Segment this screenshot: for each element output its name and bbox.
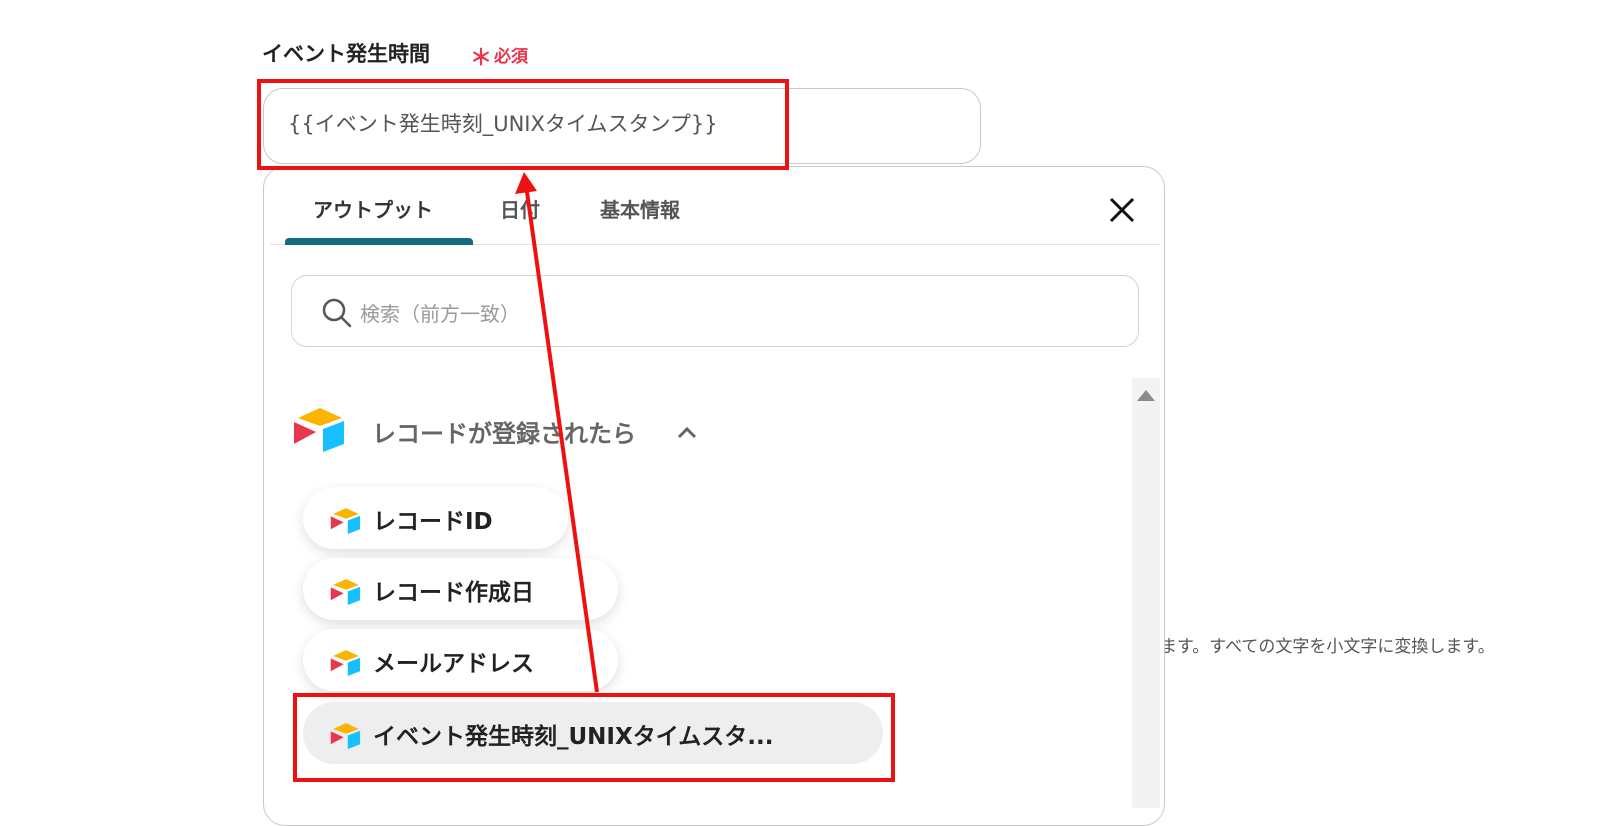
airtable-logo-icon (330, 650, 361, 676)
output-item-event-time[interactable]: イベント発生時刻_UNIXタイムスタ... (303, 702, 883, 764)
output-item-email[interactable]: メールアドレス (303, 629, 618, 691)
close-icon (1109, 197, 1135, 223)
scroll-up-arrow-icon[interactable] (1137, 390, 1155, 401)
active-tab-indicator (285, 238, 473, 245)
tab-output[interactable]: アウトプット (313, 194, 433, 223)
output-item-label: メールアドレス (373, 651, 534, 677)
required-label: 必須 (494, 47, 528, 67)
group-label[interactable]: レコードが登録されたら (372, 414, 636, 449)
output-item-label: レコードID (373, 509, 493, 535)
close-button[interactable] (1105, 193, 1139, 227)
tab-basic-info[interactable]: 基本情報 (600, 194, 680, 223)
airtable-logo-icon (294, 408, 344, 452)
chevron-up-icon[interactable] (676, 424, 698, 440)
output-item-label: レコード作成日 (373, 580, 534, 606)
required-asterisk: ＊ (470, 46, 493, 71)
output-item-record-created[interactable]: レコード作成日 (303, 558, 618, 620)
background-description: ます。すべての文字を小文字に変換します。 (1160, 637, 1495, 657)
search-icon (322, 298, 352, 328)
output-item-label: イベント発生時刻_UNIXタイムスタ... (373, 724, 774, 750)
field-label: イベント発生時間 (262, 42, 430, 66)
output-item-record-id[interactable]: レコードID (303, 487, 568, 549)
airtable-logo-icon (330, 723, 361, 749)
tab-date[interactable]: 日付 (500, 194, 540, 223)
airtable-logo-icon (330, 508, 361, 534)
scrollbar[interactable] (1132, 378, 1160, 808)
event-time-input-value: {{イベント発生時刻_UNIXタイムスタンプ}} (288, 112, 718, 136)
airtable-logo-icon (330, 579, 361, 605)
search-placeholder: 検索（前方一致） (360, 302, 520, 326)
